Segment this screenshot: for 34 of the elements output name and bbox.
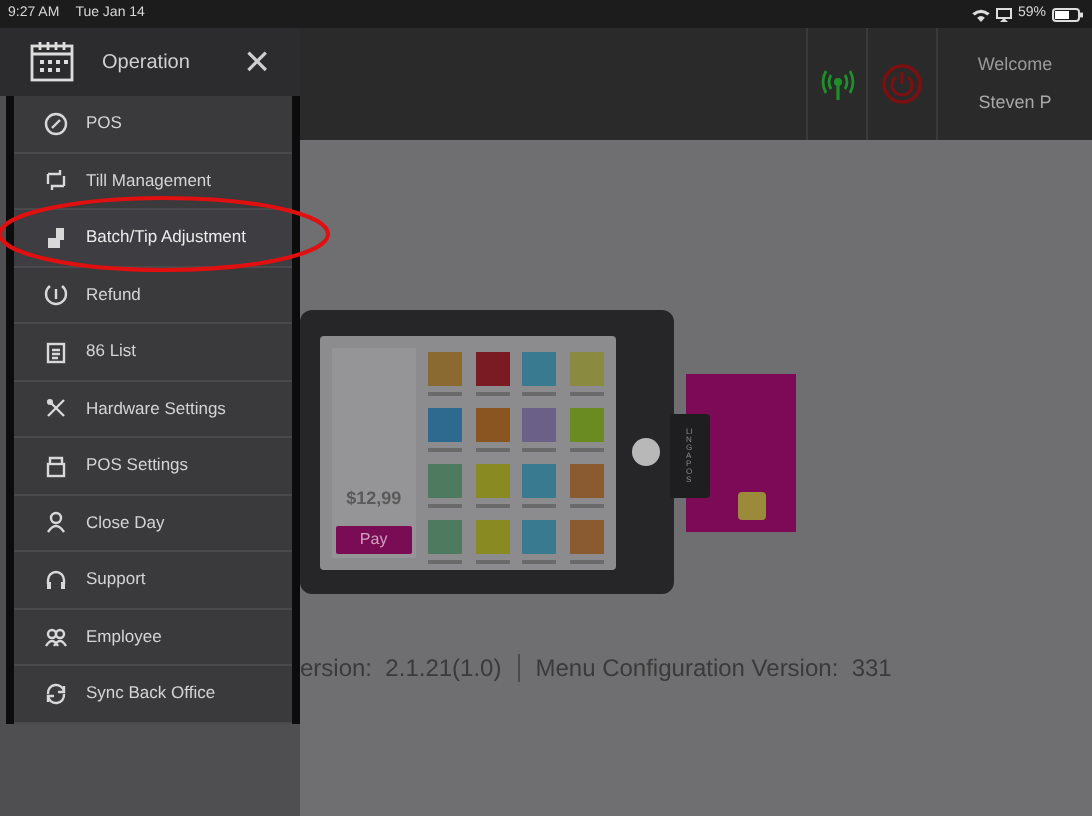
menu-item[interactable]: Close Day (14, 495, 292, 552)
welcome-label: Welcome (977, 52, 1053, 78)
headset-icon (44, 567, 68, 592)
sidebar-title: Operation (102, 49, 190, 77)
printer-icon (44, 453, 68, 478)
wifi-icon (971, 7, 990, 21)
menu-item[interactable]: Refund (14, 267, 292, 324)
home-button-icon (632, 438, 660, 466)
menu-version: Menu Configuration Version: 331 (535, 652, 892, 686)
menu-item[interactable]: 86 List (14, 324, 292, 381)
menu-item[interactable]: Sync Back Office (14, 666, 292, 723)
people-icon (44, 624, 68, 649)
gauge-icon (44, 111, 68, 136)
clipboard-icon (44, 339, 68, 364)
menu-item[interactable]: POS Settings (14, 438, 292, 495)
menu-item[interactable]: Till Management (14, 153, 292, 210)
arrows-icon (44, 168, 68, 193)
person-icon (44, 510, 68, 535)
close-button[interactable]: × (244, 40, 270, 84)
antenna-icon[interactable] (819, 68, 855, 100)
menu-item[interactable]: Support (14, 552, 292, 609)
screen-icon (995, 7, 1012, 21)
menu-item[interactable]: POS (14, 96, 292, 153)
menu-item[interactable]: Batch/Tip Adjustment (14, 210, 292, 267)
battery-icon (1052, 7, 1084, 21)
user-name: Steven P (978, 89, 1052, 115)
calendar-icon (30, 42, 74, 82)
sync-icon (44, 681, 68, 706)
menu-item[interactable]: Employee (14, 609, 292, 666)
app-version: ersion: 2.1.21(1.0) (300, 652, 502, 686)
menu-item[interactable]: Hardware Settings (14, 381, 292, 438)
tools-icon (44, 396, 68, 421)
price-label: $12,99 (346, 486, 402, 512)
chip-icon (738, 491, 766, 519)
